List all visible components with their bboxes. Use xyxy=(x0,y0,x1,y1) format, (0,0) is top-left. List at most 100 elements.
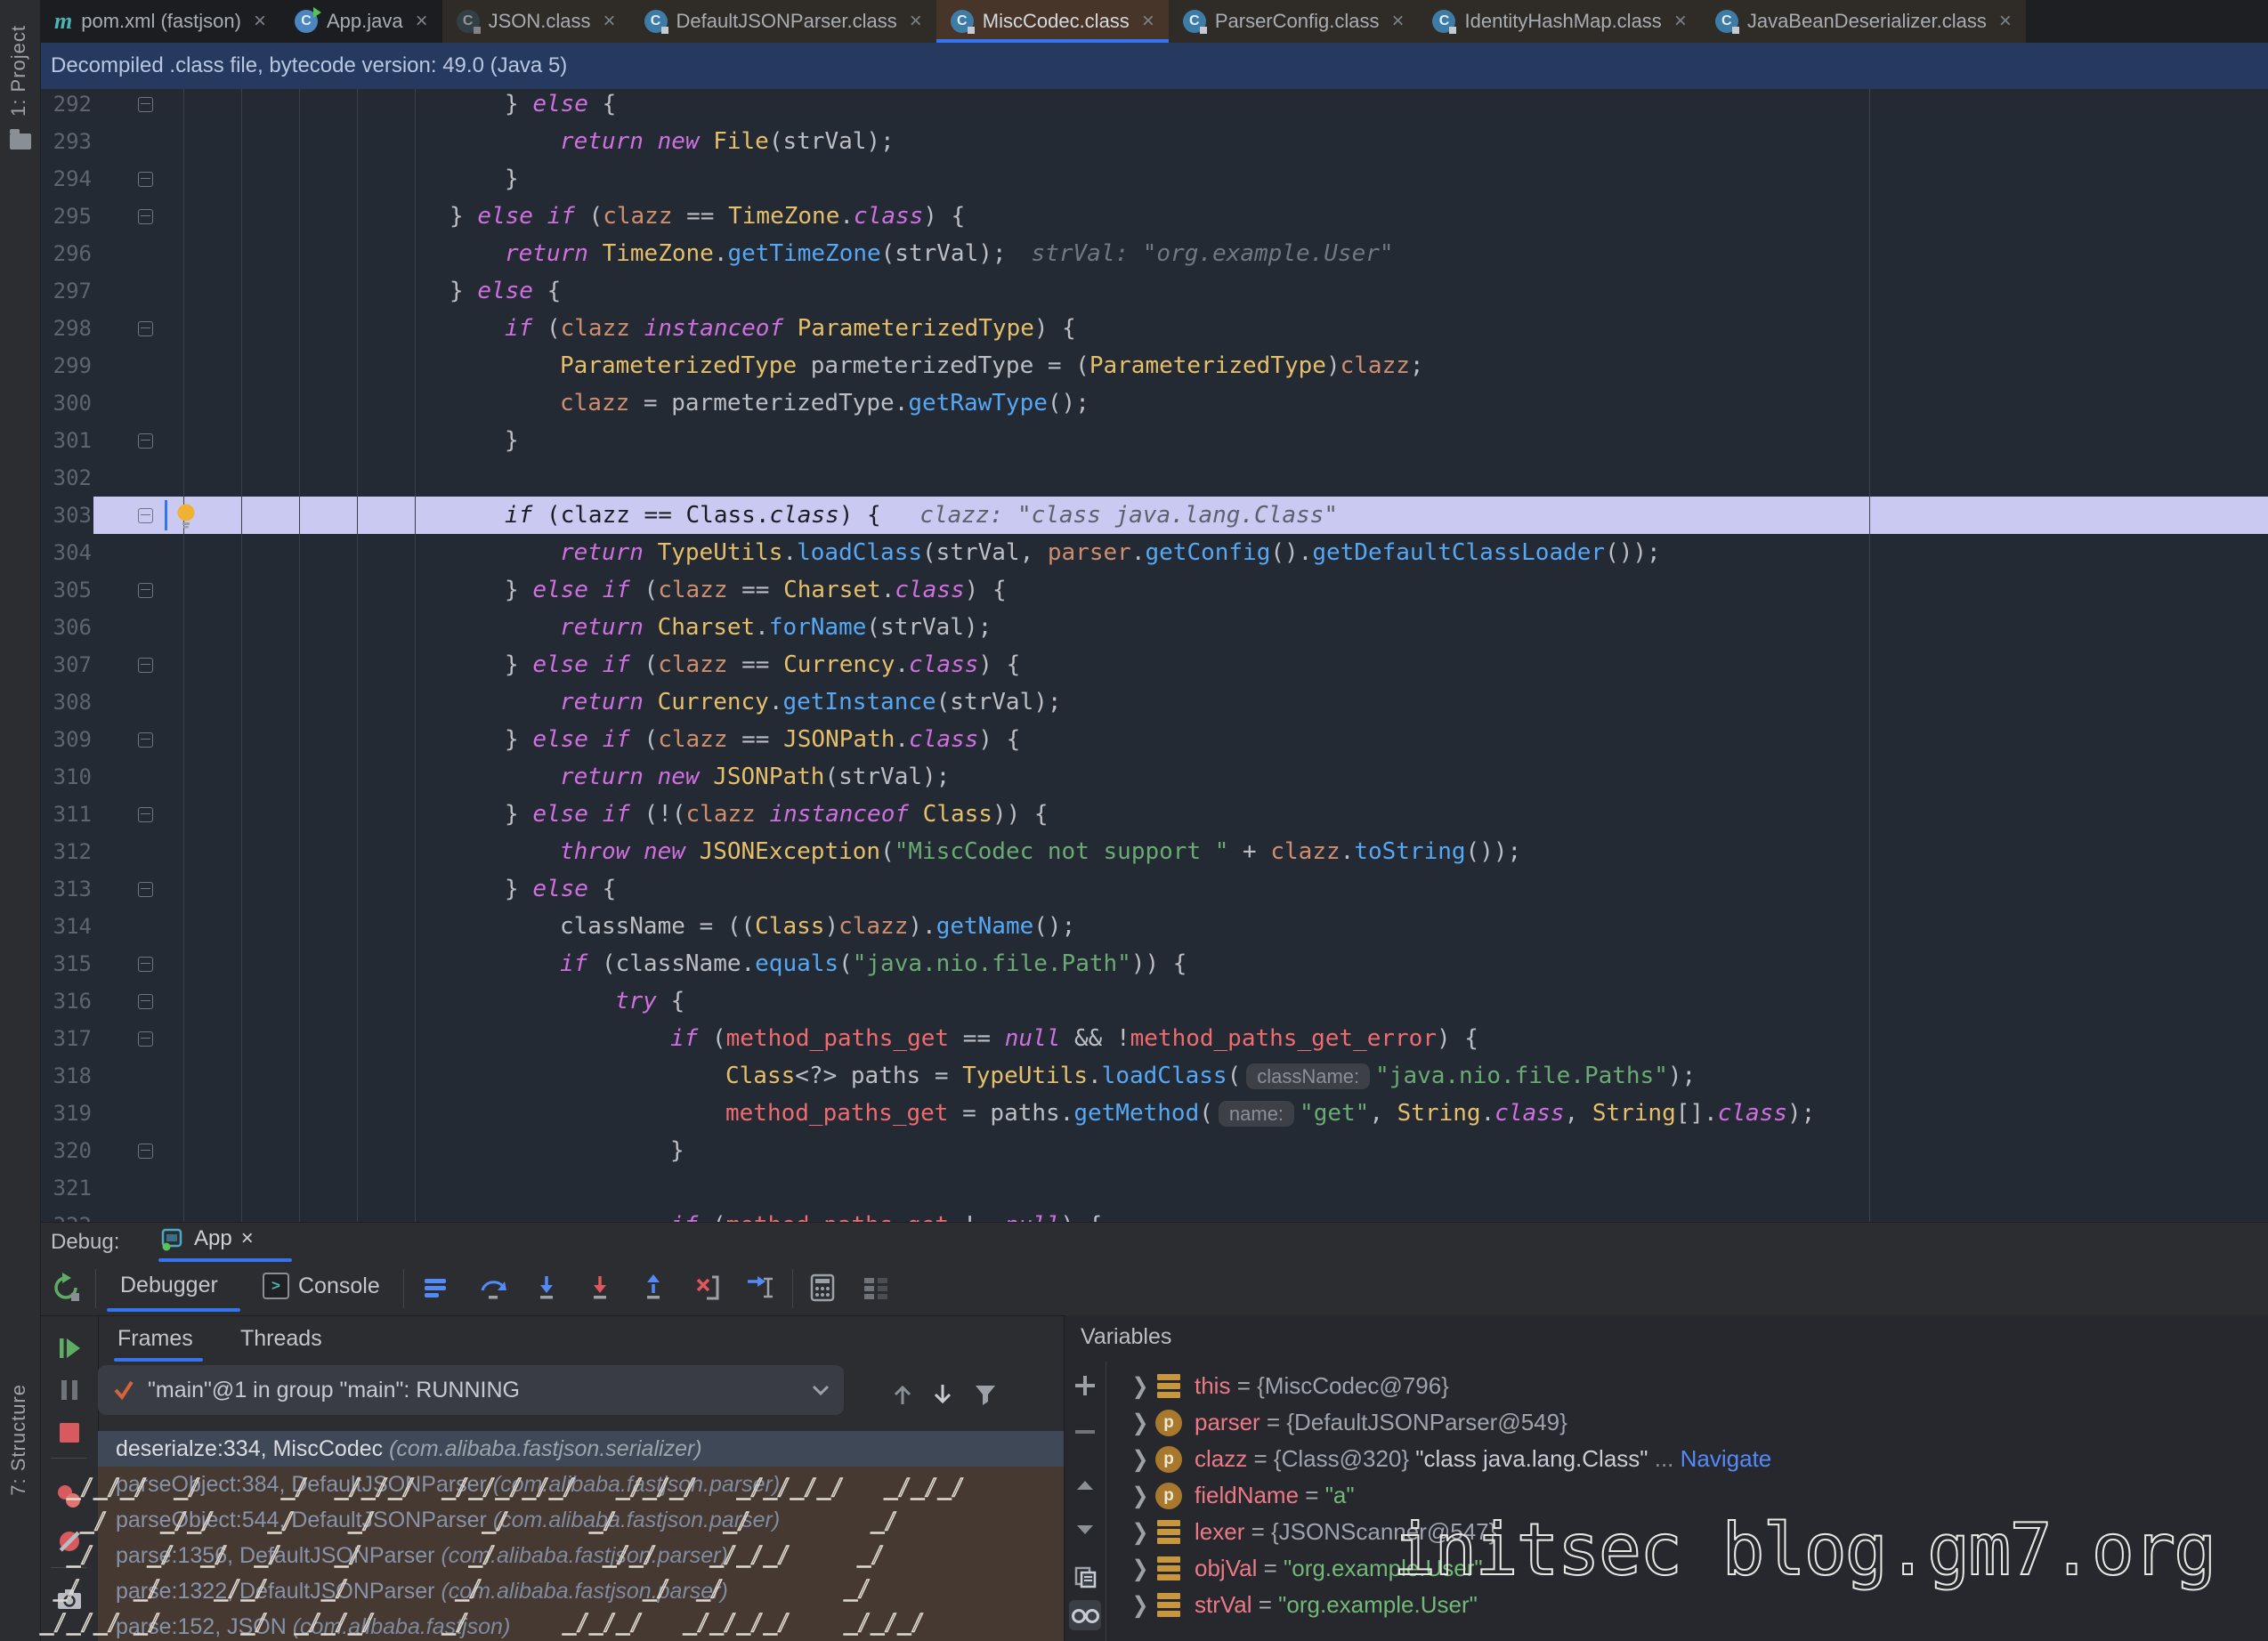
fold-marker-icon[interactable] xyxy=(138,1031,153,1047)
close-icon[interactable]: × xyxy=(603,9,616,34)
editor-tab[interactable]: CApp.java× xyxy=(280,0,442,43)
editor-tab[interactable]: mpom.xml (fastjson)× xyxy=(40,0,280,43)
fold-marker-icon[interactable] xyxy=(138,209,153,224)
move-up-button[interactable] xyxy=(1069,1470,1101,1500)
close-icon[interactable]: × xyxy=(1674,9,1687,34)
code-line[interactable]: 315if (className.equals("java.nio.file.P… xyxy=(40,945,2268,982)
tab-threads[interactable]: Threads xyxy=(240,1326,322,1352)
resume-button[interactable] xyxy=(53,1331,86,1365)
editor-tab[interactable]: CDefaultJSONParser.class× xyxy=(630,0,936,43)
editor-tab[interactable]: CMiscCodec.class× xyxy=(936,0,1169,43)
editor-tab[interactable]: CParserConfig.class× xyxy=(1169,0,1419,43)
evaluate-expression-icon[interactable] xyxy=(806,1271,839,1305)
code-line[interactable]: 292} else { xyxy=(40,89,2268,123)
code-line[interactable]: 302 xyxy=(40,459,2268,497)
code-line[interactable]: 307} else if (clazz == Currency.class) { xyxy=(40,646,2268,683)
duplicate-watch-button[interactable] xyxy=(1069,1562,1101,1592)
fold-marker-icon[interactable] xyxy=(138,321,153,336)
tab-frames[interactable]: Frames xyxy=(117,1326,193,1352)
remove-watch-button[interactable] xyxy=(1069,1417,1101,1447)
code-line[interactable]: 298if (clazz instanceof ParameterizedTyp… xyxy=(40,310,2268,347)
code-line[interactable]: 294} xyxy=(40,160,2268,198)
code-editor[interactable]: 292} else {293return new File(strVal);29… xyxy=(40,89,2268,1222)
show-watches-button[interactable] xyxy=(1069,1600,1101,1630)
code-line[interactable]: 306return Charset.forName(strVal); xyxy=(40,609,2268,646)
code-line[interactable]: 314className = ((Class)clazz).getName(); xyxy=(40,908,2268,945)
run-to-cursor-icon[interactable] xyxy=(743,1271,777,1305)
variable-row[interactable]: ❯pparser = {DefaultJSONParser@549} xyxy=(1106,1404,2268,1441)
editor-tab[interactable]: CJavaBeanDeserializer.class× xyxy=(1701,0,2026,43)
step-over-icon[interactable] xyxy=(476,1271,510,1305)
fold-marker-icon[interactable] xyxy=(138,994,153,1009)
code-line[interactable]: 317if (method_paths_get == null && !meth… xyxy=(40,1020,2268,1057)
debug-session-tab[interactable]: App × xyxy=(160,1226,254,1251)
close-icon[interactable]: × xyxy=(1391,9,1404,34)
close-icon[interactable]: × xyxy=(910,9,922,34)
force-step-into-icon[interactable] xyxy=(583,1271,617,1305)
fold-marker-icon[interactable] xyxy=(138,508,153,523)
pause-button[interactable] xyxy=(53,1373,86,1407)
code-line[interactable]: 308return Currency.getInstance(strVal); xyxy=(40,683,2268,721)
fold-marker-icon[interactable] xyxy=(138,957,153,972)
code-line[interactable]: 304return TypeUtils.loadClass(strVal, pa… xyxy=(40,534,2268,571)
fold-marker-icon[interactable] xyxy=(138,807,153,822)
chevron-right-icon[interactable]: ❯ xyxy=(1125,1446,1155,1473)
code-line[interactable]: 316try { xyxy=(40,982,2268,1020)
fold-marker-icon[interactable] xyxy=(138,882,153,897)
code-line[interactable]: 322if (method_paths_get != null) { xyxy=(40,1207,2268,1222)
navigate-link[interactable]: Navigate xyxy=(1681,1445,1772,1473)
code-line[interactable]: 295} else if (clazz == TimeZone.class) { xyxy=(40,198,2268,235)
chevron-right-icon[interactable]: ❯ xyxy=(1125,1373,1155,1400)
stack-frame-row[interactable]: deserialze:334, MiscCodec (com.alibaba.f… xyxy=(98,1431,1064,1467)
more-icon[interactable] xyxy=(418,1271,452,1305)
code-line[interactable]: 320} xyxy=(40,1132,2268,1169)
code-line[interactable]: 300clazz = parmeterizedType.getRawType()… xyxy=(40,384,2268,422)
code-line[interactable]: 297} else { xyxy=(40,272,2268,310)
fold-marker-icon[interactable] xyxy=(138,97,153,112)
chevron-right-icon[interactable]: ❯ xyxy=(1125,1519,1155,1546)
code-line[interactable]: 311} else if (!(clazz instanceof Class))… xyxy=(40,796,2268,833)
stop-button[interactable] xyxy=(53,1416,86,1450)
fold-marker-icon[interactable] xyxy=(138,172,153,187)
drop-frame-icon[interactable] xyxy=(690,1271,724,1305)
code-line[interactable]: 321 xyxy=(40,1169,2268,1207)
fold-marker-icon[interactable] xyxy=(138,583,153,598)
project-toolwindow-button[interactable]: 1: Project xyxy=(7,25,30,117)
editor-tab[interactable]: CIdentityHashMap.class× xyxy=(1418,0,1700,43)
code-line[interactable]: 296return TimeZone.getTimeZone(strVal);s… xyxy=(40,235,2268,272)
close-icon[interactable]: × xyxy=(254,9,266,34)
thread-selector-dropdown[interactable]: "main"@1 in group "main": RUNNING xyxy=(98,1365,844,1415)
close-icon[interactable]: × xyxy=(1142,9,1154,34)
code-line[interactable]: 319method_paths_get = paths.getMethod(na… xyxy=(40,1095,2268,1132)
previous-frame-icon[interactable] xyxy=(886,1378,919,1411)
chevron-right-icon[interactable]: ❯ xyxy=(1125,1556,1155,1582)
code-line[interactable]: 305} else if (clazz == Charset.class) { xyxy=(40,571,2268,609)
filter-icon[interactable] xyxy=(968,1378,1002,1411)
fold-marker-icon[interactable] xyxy=(138,433,153,449)
chevron-right-icon[interactable]: ❯ xyxy=(1125,1483,1155,1509)
move-down-button[interactable] xyxy=(1069,1515,1101,1545)
variable-row[interactable]: ❯this = {MiscCodec@796} xyxy=(1106,1368,2268,1404)
step-out-icon[interactable] xyxy=(636,1271,670,1305)
rerun-button[interactable] xyxy=(49,1271,83,1305)
variable-row[interactable]: ❯strVal = "org.example.User" xyxy=(1106,1587,2268,1623)
variable-row[interactable]: ❯pclazz = {Class@320} "class java.lang.C… xyxy=(1106,1441,2268,1477)
close-icon[interactable]: × xyxy=(416,9,428,34)
editor-tab[interactable]: CJSON.class× xyxy=(442,0,630,43)
fold-marker-icon[interactable] xyxy=(138,732,153,748)
code-line[interactable]: 293return new File(strVal); xyxy=(40,123,2268,160)
add-watch-button[interactable] xyxy=(1069,1370,1101,1401)
close-icon[interactable]: × xyxy=(1999,9,2012,34)
chevron-right-icon[interactable]: ❯ xyxy=(1125,1410,1155,1436)
layout-settings-icon[interactable] xyxy=(859,1271,893,1305)
next-frame-icon[interactable] xyxy=(926,1378,960,1411)
chevron-right-icon[interactable]: ❯ xyxy=(1125,1592,1155,1619)
code-line[interactable]: 310return new JSONPath(strVal); xyxy=(40,758,2268,796)
folder-icon[interactable] xyxy=(10,133,31,150)
code-line[interactable]: 318Class<?> paths = TypeUtils.loadClass(… xyxy=(40,1057,2268,1095)
code-line[interactable]: 301} xyxy=(40,422,2268,459)
code-line[interactable]: 299ParameterizedType parmeterizedType = … xyxy=(40,347,2268,384)
intention-bulb-icon[interactable] xyxy=(175,503,197,529)
code-line[interactable]: 313} else { xyxy=(40,870,2268,908)
code-line[interactable]: 303if (clazz == Class.class) { clazz: "c… xyxy=(40,497,2268,534)
